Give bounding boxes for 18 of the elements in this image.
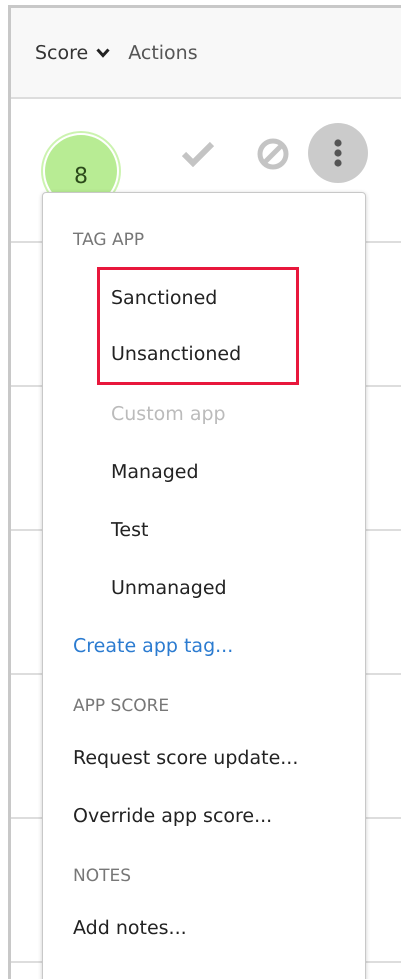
section-heading: TAG APP xyxy=(72,229,146,252)
menu-item[interactable]: Override app score... xyxy=(43,787,365,845)
menu-item[interactable]: Request score update... xyxy=(43,729,365,787)
more-icon xyxy=(333,138,343,168)
ban-icon[interactable] xyxy=(256,137,290,171)
menu-item[interactable]: Unmanaged xyxy=(43,559,365,617)
menu-item[interactable]: Sanctioned xyxy=(100,270,296,326)
chevron-down-icon xyxy=(96,48,110,58)
create-link[interactable]: Create app tag... xyxy=(43,617,365,675)
section-heading: NOTES xyxy=(72,865,132,888)
menu-item[interactable]: Test xyxy=(43,501,365,559)
check-icon[interactable] xyxy=(181,141,215,167)
column-header[interactable]: Score xyxy=(35,42,110,64)
column-header[interactable]: Actions xyxy=(128,42,198,64)
menu-item[interactable]: Unsanctioned xyxy=(100,326,296,382)
menu-item[interactable]: Managed xyxy=(43,443,365,501)
section-heading: APP SCORE xyxy=(72,695,170,718)
menu-item[interactable]: Add notes... xyxy=(43,899,365,957)
